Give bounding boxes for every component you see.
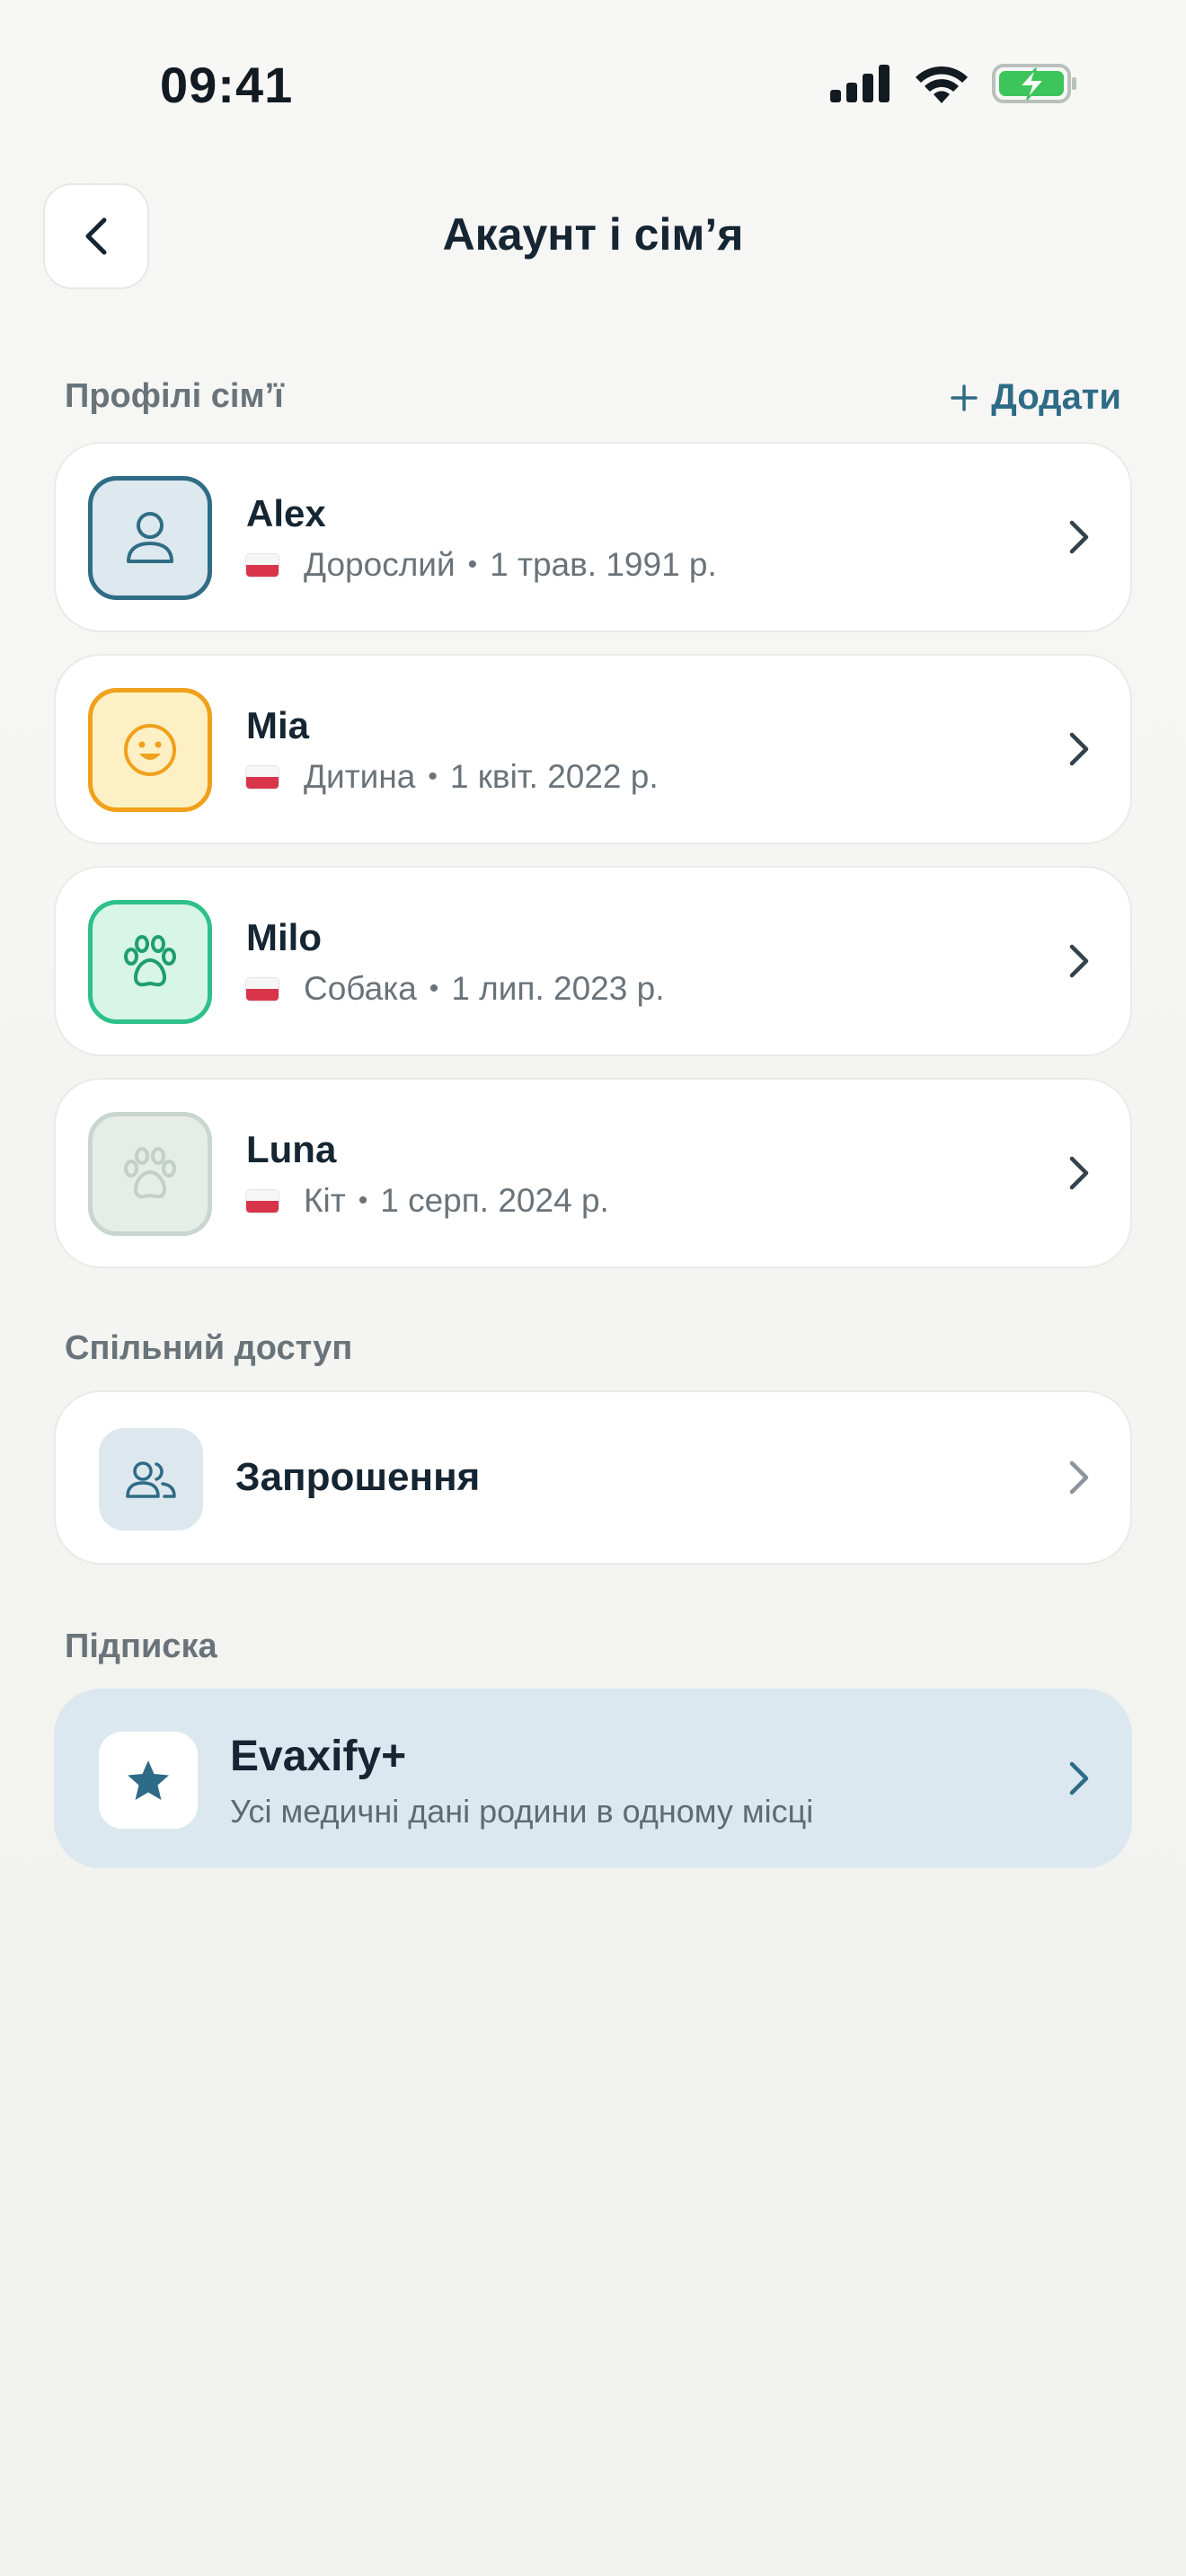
subscription-card[interactable]: Evaxify+ Усі медичні дані родини в одном… xyxy=(54,1689,1132,1868)
paw-icon xyxy=(124,935,176,987)
profile-avatar xyxy=(88,1112,212,1236)
star-icon xyxy=(128,1760,169,1800)
profile-avatar xyxy=(88,900,212,1024)
add-profile-label: Додати xyxy=(991,377,1121,417)
separator-dot: • xyxy=(358,1186,368,1215)
profile-date: 1 лип. 2023 р. xyxy=(451,970,665,1007)
subscription-plan-description: Усі медичні дані родини в одному місці xyxy=(230,1793,814,1830)
battery-charging-icon xyxy=(992,64,1076,103)
profile-type: Дорослий xyxy=(304,546,456,583)
chevron-right-icon xyxy=(1069,732,1089,766)
chevron-right-icon xyxy=(1069,944,1089,978)
profile-avatar xyxy=(88,688,212,812)
profile-type: Дитина xyxy=(304,758,416,795)
separator-dot: • xyxy=(428,762,438,791)
poland-flag-icon xyxy=(246,977,279,1001)
profile-name: Alex xyxy=(246,492,326,534)
wifi-icon xyxy=(916,66,968,103)
smiley-face-icon xyxy=(124,724,176,776)
people-group-icon xyxy=(126,1461,176,1498)
profile-card-luna[interactable]: Luna Кіт • 1 серп. 2024 р. xyxy=(54,1078,1132,1268)
separator-dot: • xyxy=(429,974,439,1003)
profile-card-mia[interactable]: Mia Дитина • 1 квіт. 2022 р. xyxy=(54,654,1132,844)
profile-date: 1 квіт. 2022 р. xyxy=(449,758,659,795)
invitations-label: Запрошення xyxy=(235,1455,481,1499)
chevron-right-icon xyxy=(1069,1761,1089,1795)
profile-name: Luna xyxy=(246,1128,337,1170)
profile-meta: Дорослий • 1 трав. 1991 р. xyxy=(246,546,717,584)
person-icon xyxy=(127,512,173,563)
sharing-section-label: Спільний доступ xyxy=(65,1329,353,1367)
invitations-icon-box xyxy=(99,1428,203,1531)
screen: 09:41 Акаунт і сім’я Профілі сім’ї Додат… xyxy=(0,0,1186,2576)
profile-type: Кіт xyxy=(304,1182,346,1219)
profile-meta: Собака • 1 лип. 2023 р. xyxy=(246,970,664,1008)
chevron-right-icon xyxy=(1069,1460,1089,1495)
profile-meta: Дитина • 1 квіт. 2022 р. xyxy=(246,758,659,796)
profile-type: Собака xyxy=(304,970,417,1007)
profile-date: 1 серп. 2024 р. xyxy=(380,1182,609,1219)
poland-flag-icon xyxy=(246,1189,279,1213)
profile-meta: Кіт • 1 серп. 2024 р. xyxy=(246,1182,609,1220)
subscription-plan-name: Evaxify+ xyxy=(230,1733,407,1780)
status-icons xyxy=(830,63,1078,104)
profile-name: Milo xyxy=(246,916,322,958)
chevron-right-icon xyxy=(1069,1156,1089,1190)
paw-icon xyxy=(124,1147,176,1199)
invitations-row[interactable]: Запрошення xyxy=(54,1390,1132,1565)
cellular-signal-icon xyxy=(830,65,890,102)
profile-name: Mia xyxy=(246,704,310,746)
plus-icon xyxy=(951,384,978,411)
profile-date: 1 трав. 1991 р. xyxy=(490,546,717,583)
subscription-section-label: Підписка xyxy=(65,1628,217,1665)
profiles-section-label: Профілі сім’ї xyxy=(65,377,284,415)
chevron-right-icon xyxy=(1069,520,1089,554)
poland-flag-icon xyxy=(246,765,279,789)
profile-card-alex[interactable]: Alex Дорослий • 1 трав. 1991 р. xyxy=(54,442,1132,632)
add-profile-button[interactable]: Додати xyxy=(950,377,1121,418)
subscription-icon-box xyxy=(99,1732,198,1829)
page-title: Акаунт і сім’я xyxy=(442,209,744,260)
profile-card-milo[interactable]: Milo Собака • 1 лип. 2023 р. xyxy=(54,866,1132,1056)
status-time: 09:41 xyxy=(160,57,294,113)
profile-avatar xyxy=(88,476,212,600)
poland-flag-icon xyxy=(246,553,279,577)
separator-dot: • xyxy=(467,550,478,579)
